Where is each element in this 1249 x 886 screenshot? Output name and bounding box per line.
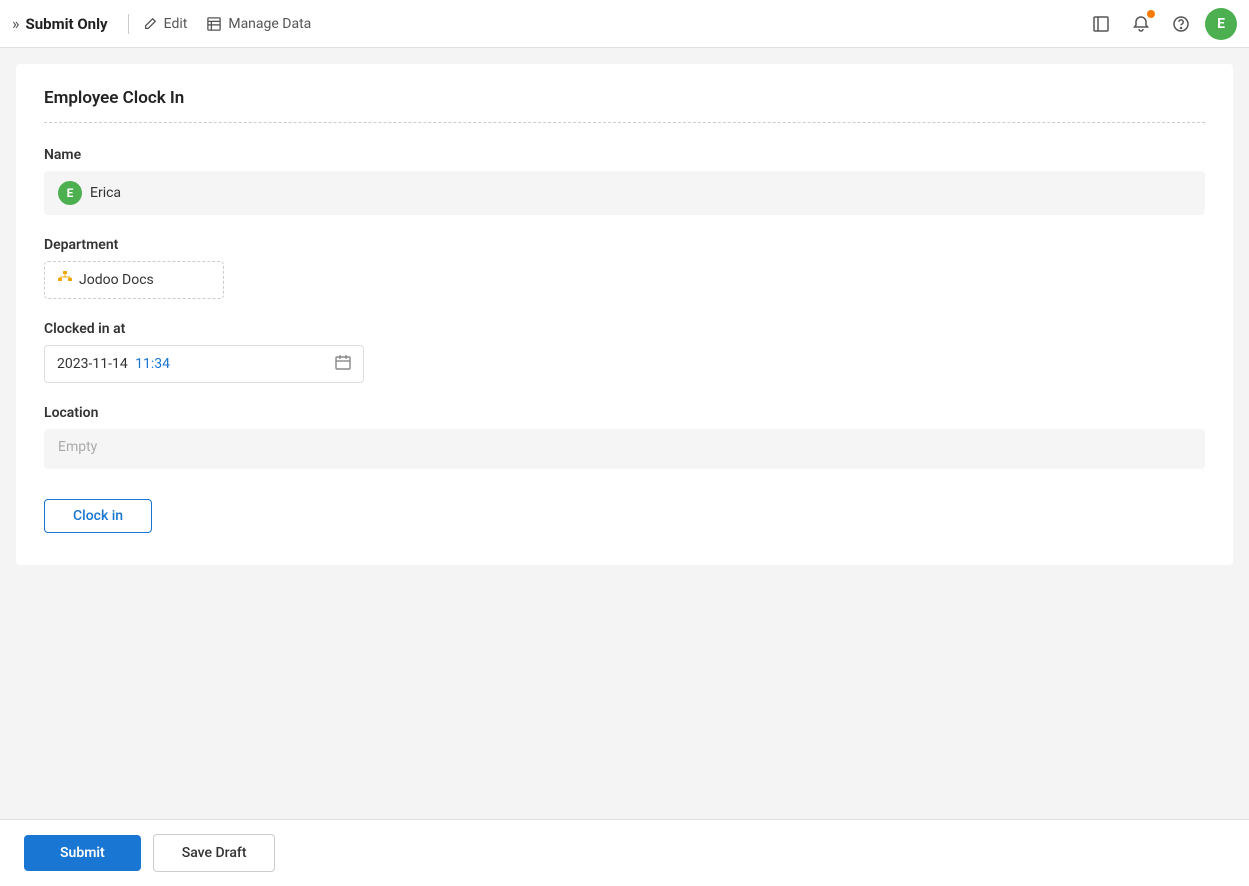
datetime-input[interactable]: 2023-11-14 11:34 [44, 345, 364, 383]
department-icon [57, 270, 73, 290]
edit-icon [143, 17, 157, 31]
sidebar-collapse-button[interactable] [1085, 8, 1117, 40]
name-label: Name [44, 147, 1205, 163]
user-avatar-button[interactable]: E [1205, 8, 1237, 40]
department-label: Department [44, 237, 1205, 253]
department-value[interactable]: Jodoo Docs [44, 261, 224, 299]
notification-button[interactable] [1125, 8, 1157, 40]
name-avatar: E [58, 181, 82, 205]
clock-in-button[interactable]: Clock in [44, 499, 152, 533]
help-button[interactable] [1165, 8, 1197, 40]
submit-button[interactable]: Submit [24, 835, 141, 871]
table-icon [207, 17, 221, 31]
save-draft-button[interactable]: Save Draft [153, 834, 276, 872]
location-label: Location [44, 405, 1205, 421]
name-field-group: Name E Erica [44, 147, 1205, 215]
name-value: E Erica [44, 171, 1205, 215]
topbar-icons: E [1085, 8, 1237, 40]
calendar-icon[interactable] [335, 354, 351, 374]
department-text: Jodoo Docs [79, 272, 154, 288]
topbar: » Submit Only Edit Manage Data [0, 0, 1249, 48]
form-area: Employee Clock In Name E Erica Departmen… [0, 48, 1249, 819]
mode-title: Submit Only [26, 15, 108, 33]
location-field-group: Location Empty [44, 405, 1205, 469]
form-card: Employee Clock In Name E Erica Departmen… [16, 64, 1233, 565]
department-field-group: Department Jodoo Docs [44, 237, 1205, 299]
name-text: Erica [90, 185, 121, 201]
divider [128, 14, 129, 34]
location-value: Empty [44, 429, 1205, 469]
notification-badge [1147, 10, 1155, 18]
bottom-bar: Submit Save Draft [0, 819, 1249, 886]
sidebar-toggle-icon[interactable]: » [12, 14, 20, 33]
manage-data-button[interactable]: Manage Data [197, 12, 321, 36]
main-area: Employee Clock In Name E Erica Departmen… [0, 48, 1249, 886]
clocked-in-at-label: Clocked in at [44, 321, 1205, 337]
time-part: 11:34 [132, 356, 170, 372]
edit-button[interactable]: Edit [133, 12, 198, 36]
clocked-in-at-field-group: Clocked in at 2023-11-14 11:34 [44, 321, 1205, 383]
section-title: Employee Clock In [44, 88, 1205, 123]
date-part: 2023-11-14 [57, 356, 128, 372]
